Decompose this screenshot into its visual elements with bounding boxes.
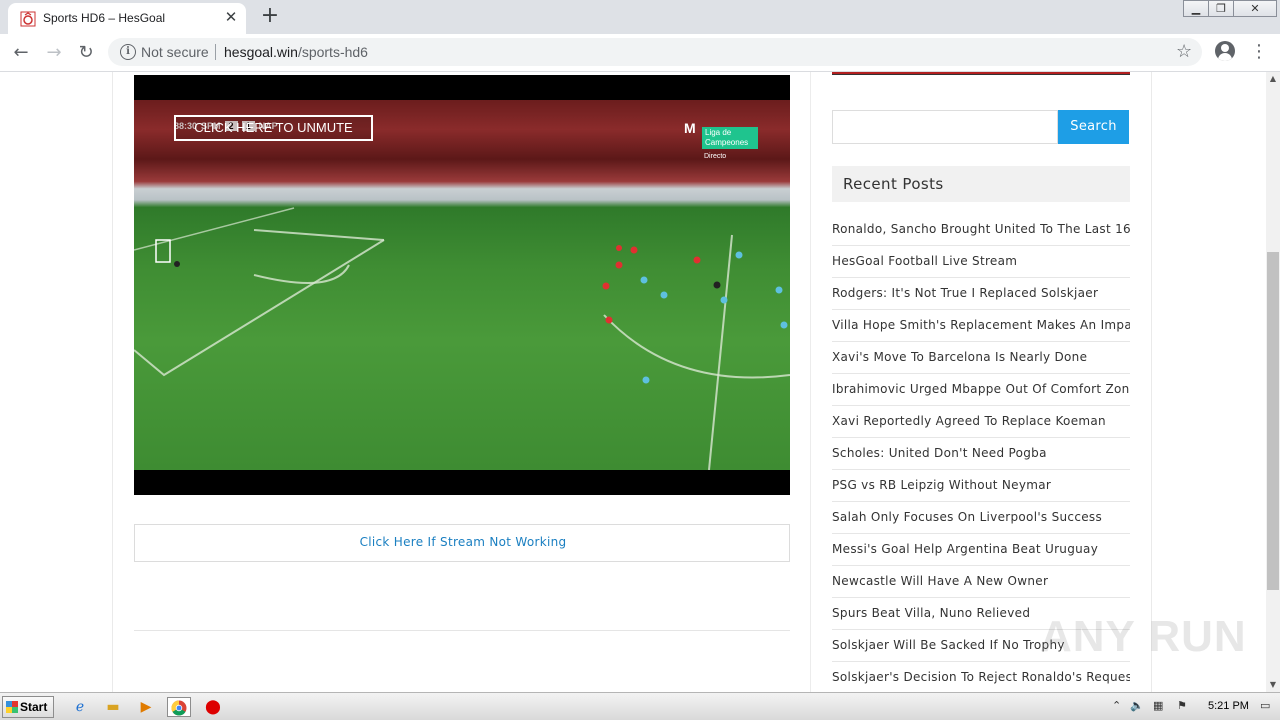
- recent-post-link[interactable]: Messi's Goal Help Argentina Beat Uruguay: [832, 534, 1130, 566]
- content-divider: [134, 630, 790, 631]
- recent-post-link[interactable]: Scholes: United Don't Need Pogba: [832, 438, 1130, 470]
- sidebar-top-banner: [832, 72, 1130, 75]
- file-explorer-icon[interactable]: ▬: [101, 697, 125, 717]
- recent-post-link[interactable]: Ronaldo, Sancho Brought United To The La…: [832, 214, 1130, 246]
- recent-posts-header: Recent Posts: [832, 166, 1130, 202]
- recent-posts-title: Recent Posts: [843, 175, 944, 193]
- search-button[interactable]: Search: [1058, 110, 1129, 144]
- profile-avatar-icon[interactable]: [1215, 41, 1235, 61]
- recent-post-link[interactable]: PSG vs RB Leipzig Without Neymar: [832, 470, 1130, 502]
- pitch-lines: [134, 207, 790, 470]
- channel-status: Directo: [704, 153, 727, 160]
- scroll-up-arrow-icon[interactable]: ▲: [1266, 72, 1280, 86]
- info-icon[interactable]: i: [120, 44, 136, 60]
- window-minimize-button[interactable]: ▁: [1183, 0, 1209, 17]
- chrome-icon: [171, 700, 187, 716]
- address-bar[interactable]: i Not secure hesgoal.win/sports-hd6 ☆: [108, 38, 1202, 66]
- security-label[interactable]: Not secure: [141, 44, 209, 60]
- recent-post-link[interactable]: Xavi's Move To Barcelona Is Nearly Done: [832, 342, 1130, 374]
- browser-toolbar: ← → ↻ i Not secure hesgoal.win/sports-hd…: [0, 34, 1280, 72]
- recent-post-link[interactable]: Salah Only Focuses On Liverpool's Succes…: [832, 502, 1130, 534]
- opera-icon[interactable]: ⬤: [201, 697, 225, 717]
- reload-icon[interactable]: ↻: [74, 41, 98, 65]
- anyrun-watermark: ANY RUN: [1040, 612, 1247, 661]
- channel-badge: Liga de Campeones: [702, 127, 758, 149]
- tab-strip: Sports HD6 – HesGoal ✕ + ▁ ❐ ✕: [0, 0, 1280, 34]
- window-close-button[interactable]: ✕: [1233, 0, 1277, 17]
- recent-post-link[interactable]: Ibrahimovic Urged Mbappe Out Of Comfort …: [832, 374, 1130, 406]
- search-input[interactable]: [832, 110, 1058, 144]
- page-scrollbar[interactable]: ▲ ▼: [1266, 72, 1280, 692]
- recent-post-link[interactable]: Villa Hope Smith's Replacement Makes An …: [832, 310, 1130, 342]
- sidebar-divider: [810, 72, 811, 692]
- windows-logo-icon: [6, 701, 18, 713]
- window-restore-button[interactable]: ❐: [1208, 0, 1234, 17]
- start-button[interactable]: Start: [2, 696, 54, 718]
- show-desktop-icon[interactable]: ▭: [1260, 699, 1270, 712]
- action-center-flag-icon[interactable]: ⚑: [1177, 699, 1187, 712]
- url-host: hesgoal.win: [224, 44, 298, 60]
- scroll-down-arrow-icon[interactable]: ▼: [1266, 678, 1280, 692]
- url-path: /sports-hd6: [297, 44, 368, 60]
- recent-post-link[interactable]: HesGoal Football Live Stream: [832, 246, 1130, 278]
- site-favicon-icon: [20, 11, 36, 27]
- unmute-button[interactable]: CLICK HERE TO UNMUTE: [174, 115, 373, 141]
- volume-icon[interactable]: 🔈: [1130, 699, 1144, 712]
- media-player-icon[interactable]: ▶: [134, 697, 158, 717]
- taskbar-clock[interactable]: 5:21 PM: [1208, 700, 1249, 712]
- channel-logo-icon: M: [684, 120, 696, 136]
- recent-post-link[interactable]: Solskjaer's Decision To Reject Ronaldo's…: [832, 662, 1130, 692]
- bookmark-star-icon[interactable]: ☆: [1176, 41, 1192, 62]
- video-player[interactable]: 88:30 SPM 2 1 NAP CLICK HERE TO UNMUTE M…: [134, 75, 790, 495]
- video-frame[interactable]: 88:30 SPM 2 1 NAP CLICK HERE TO UNMUTE M…: [134, 100, 790, 470]
- url-text[interactable]: hesgoal.win/sports-hd6: [224, 44, 368, 60]
- back-arrow-icon[interactable]: ←: [9, 41, 33, 65]
- tab-title: Sports HD6 – HesGoal: [43, 11, 166, 25]
- browser-tab[interactable]: Sports HD6 – HesGoal ✕: [8, 3, 246, 34]
- recent-post-link[interactable]: Xavi Reportedly Agreed To Replace Koeman: [832, 406, 1130, 438]
- url-separator: [215, 44, 216, 60]
- chrome-taskbar-icon[interactable]: [167, 697, 191, 717]
- new-tab-icon[interactable]: +: [259, 5, 281, 27]
- windows-taskbar: Start ℯ ▬ ▶ ⬤ ⌃ 🔈 ▦ ⚑ 5:21 PM ▭: [0, 692, 1280, 720]
- stream-not-working-link[interactable]: Click Here If Stream Not Working: [135, 535, 791, 549]
- scrollbar-thumb[interactable]: [1267, 252, 1279, 590]
- page-viewport: 88:30 SPM 2 1 NAP CLICK HERE TO UNMUTE M…: [0, 72, 1266, 692]
- tray-expand-icon[interactable]: ⌃: [1112, 699, 1121, 712]
- recent-post-link[interactable]: Newcastle Will Have A New Owner: [832, 566, 1130, 598]
- tab-close-icon[interactable]: ✕: [222, 8, 240, 26]
- network-icon[interactable]: ▦: [1153, 699, 1163, 712]
- start-label: Start: [20, 700, 48, 714]
- internet-explorer-icon[interactable]: ℯ: [68, 697, 92, 717]
- stream-link-box: Click Here If Stream Not Working: [134, 524, 790, 562]
- browser-menu-icon[interactable]: ⋮: [1250, 41, 1268, 63]
- recent-post-link[interactable]: Rodgers: It's Not True I Replaced Solskj…: [832, 278, 1130, 310]
- forward-arrow-icon[interactable]: →: [42, 41, 66, 65]
